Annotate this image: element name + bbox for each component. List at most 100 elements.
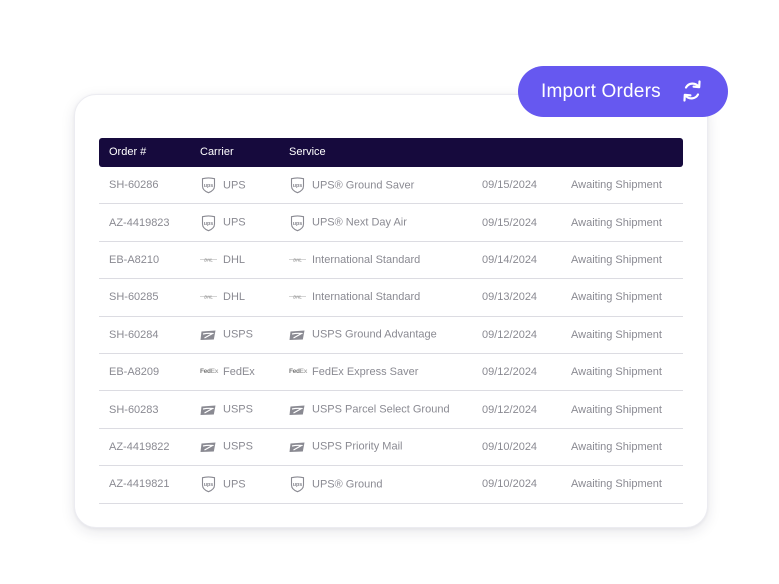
order-number: AZ-4419821 [109, 478, 170, 491]
table-row[interactable]: EB-A8209 FedEx FedEx FedEx FedEx Express Sav… [99, 354, 683, 392]
order-number: AZ-4419823 [109, 216, 170, 229]
service-name: UPS® Ground Saver [312, 179, 415, 192]
carrier-name: UPS [223, 478, 246, 491]
carrier-name: FedEx [223, 366, 255, 379]
service-cell: UPS® Ground Saver [289, 177, 414, 194]
table-row[interactable]: SH-60283 USPS USPS Parcel Select Ground 09/… [99, 391, 683, 429]
order-status: Awaiting Shipment [571, 328, 662, 341]
usps-logo-icon [200, 438, 217, 455]
ups-logo-icon [200, 476, 217, 493]
order-status: Awaiting Shipment [571, 440, 662, 453]
order-date: 09/15/2024 [482, 179, 538, 192]
order-date: 09/12/2024 [482, 403, 538, 416]
ups-logo-icon [200, 177, 217, 194]
order-status: Awaiting Shipment [571, 179, 662, 192]
carrier-cell: DHL [200, 254, 245, 266]
carrier-cell: FedEx FedEx [200, 366, 255, 378]
usps-logo-icon [200, 401, 217, 418]
dhl-logo-icon [200, 257, 217, 263]
table-body: SH-60286 UPS UPS® Ground Saver 09/15/2024 Aw… [99, 167, 683, 504]
service-cell: USPS Ground Advantage [289, 326, 437, 343]
dhl-logo-icon [200, 294, 217, 300]
service-name: UPS® Ground [312, 478, 383, 491]
service-cell: International Standard [289, 291, 420, 303]
ups-logo-icon [200, 214, 217, 231]
carrier-name: UPS [223, 216, 246, 229]
ups-logo-icon [289, 476, 306, 493]
order-date: 09/12/2024 [482, 366, 538, 379]
service-name: USPS Priority Mail [312, 440, 403, 453]
service-name: UPS® Next Day Air [312, 216, 407, 229]
order-number: EB-A8210 [109, 253, 160, 266]
carrier-cell: UPS [200, 177, 246, 194]
import-orders-button[interactable]: Import Orders [518, 66, 728, 117]
order-status: Awaiting Shipment [571, 291, 662, 304]
usps-logo-icon [289, 326, 306, 343]
stage: Import Orders Order # Carrier Service SH… [0, 0, 779, 584]
carrier-name: UPS [223, 179, 246, 192]
service-name: International Standard [312, 253, 421, 266]
order-status: Awaiting Shipment [571, 403, 662, 416]
carrier-cell: USPS [200, 401, 253, 418]
order-date: 09/13/2024 [482, 291, 538, 304]
column-header-service: Service [289, 146, 326, 158]
order-status: Awaiting Shipment [571, 366, 662, 379]
carrier-cell: USPS [200, 438, 253, 455]
service-cell: USPS Parcel Select Ground [289, 401, 450, 418]
table-row[interactable]: AZ-4419823 UPS UPS® Next Day Air 09/15/2024… [99, 204, 683, 242]
order-date: 09/10/2024 [482, 478, 538, 491]
order-number: SH-60285 [109, 291, 159, 304]
carrier-name: USPS [223, 440, 253, 453]
carrier-cell: DHL [200, 291, 245, 303]
table-row[interactable]: SH-60284 USPS USPS Ground Advantage 09/12/2… [99, 317, 683, 354]
carrier-cell: USPS [200, 326, 253, 343]
usps-logo-icon [200, 326, 217, 343]
table-row[interactable]: SH-60286 UPS UPS® Ground Saver 09/15/2024 Aw… [99, 167, 683, 205]
order-number: SH-60284 [109, 328, 159, 341]
order-status: Awaiting Shipment [571, 478, 662, 491]
carrier-name: DHL [223, 291, 246, 304]
carrier-name: USPS [223, 328, 253, 341]
table-header: Order # Carrier Service [99, 138, 683, 167]
service-cell: FedEx FedEx Express Saver [289, 366, 418, 378]
orders-table: Order # Carrier Service SH-60286 UPS UPS® … [99, 138, 683, 504]
fedex-logo-icon: FedEx [289, 368, 308, 376]
dhl-logo-icon [289, 294, 306, 300]
table-row[interactable]: SH-60285 DHL International Standard 09/13/2… [99, 279, 683, 317]
order-number: AZ-4419822 [109, 440, 170, 453]
table-row[interactable]: AZ-4419822 USPS USPS Priority Mail 09/10/20… [99, 429, 683, 467]
ups-logo-icon [289, 177, 306, 194]
ups-logo-icon [289, 214, 306, 231]
service-cell: UPS® Next Day Air [289, 214, 407, 231]
order-status: Awaiting Shipment [571, 216, 662, 229]
service-cell: International Standard [289, 254, 420, 266]
service-cell: UPS® Ground [289, 476, 382, 493]
carrier-name: USPS [223, 403, 253, 416]
order-date: 09/10/2024 [482, 440, 538, 453]
order-date: 09/15/2024 [482, 216, 538, 229]
order-date: 09/12/2024 [482, 328, 538, 341]
fedex-logo-icon: FedEx [200, 368, 219, 376]
order-status: Awaiting Shipment [571, 253, 662, 266]
order-number: SH-60286 [109, 179, 159, 192]
table-row[interactable]: EB-A8210 DHL International Standard 09/14/2… [99, 242, 683, 280]
import-orders-label: Import Orders [541, 80, 661, 102]
carrier-cell: UPS [200, 476, 246, 493]
service-cell: USPS Priority Mail [289, 438, 402, 455]
usps-logo-icon [289, 438, 306, 455]
column-header-carrier: Carrier [200, 146, 234, 158]
table-row[interactable]: AZ-4419821 UPS UPS® Ground 09/10/2024 Awaiti… [99, 466, 683, 504]
service-name: International Standard [312, 291, 421, 304]
order-date: 09/14/2024 [482, 253, 538, 266]
column-header-order: Order # [109, 146, 147, 158]
refresh-icon [683, 80, 701, 102]
service-name: FedEx Express Saver [312, 366, 419, 379]
service-name: USPS Ground Advantage [312, 328, 437, 341]
usps-logo-icon [289, 401, 306, 418]
order-number: EB-A8209 [109, 366, 160, 379]
carrier-cell: UPS [200, 214, 246, 231]
carrier-name: DHL [223, 253, 246, 266]
dhl-logo-icon [289, 257, 306, 263]
service-name: USPS Parcel Select Ground [312, 403, 450, 416]
order-number: SH-60283 [109, 403, 159, 416]
